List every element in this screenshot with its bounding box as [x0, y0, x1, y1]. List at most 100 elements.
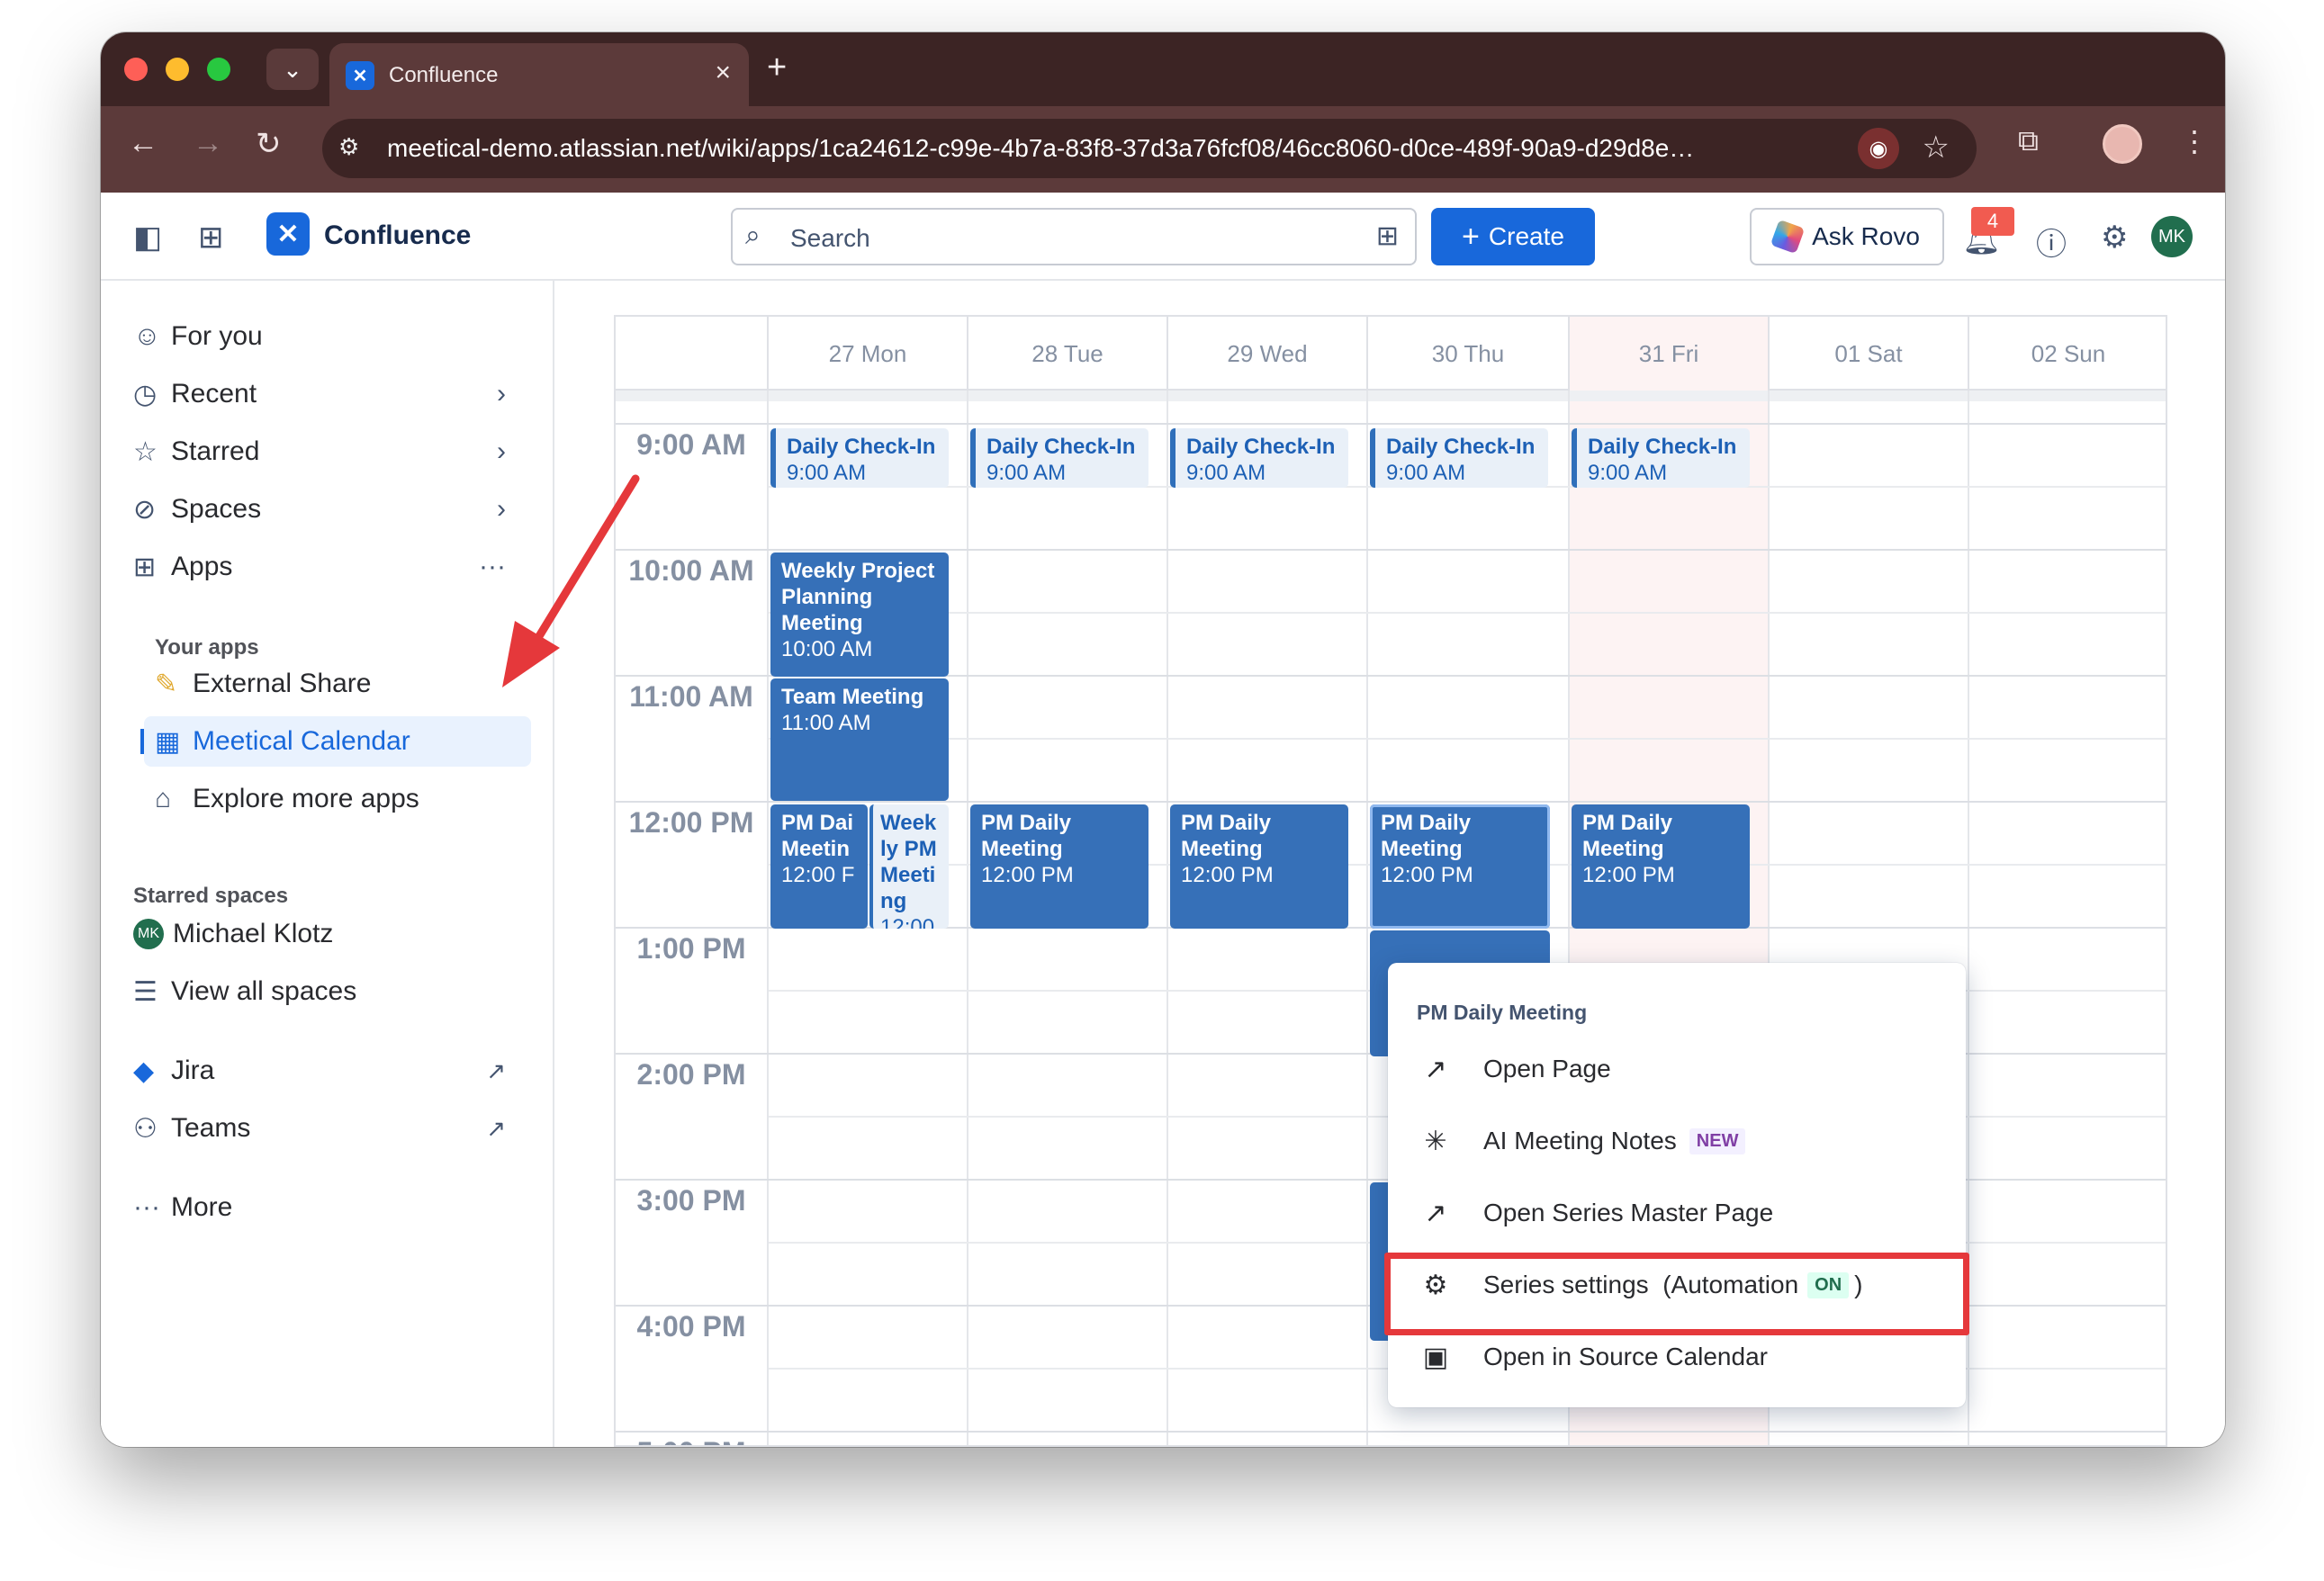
event-title: Daily Check-In: [1186, 435, 1336, 459]
event-title: PM Daily Meeting: [981, 811, 1072, 861]
calendar-event[interactable]: Daily Check-In 9:00 AM: [770, 428, 949, 488]
sidebar-item-for-you[interactable]: ☺ For you: [133, 311, 522, 362]
sidebar-space-michael-klotz[interactable]: MK Michael Klotz: [133, 909, 522, 959]
sidebar-toggle-icon[interactable]: ◧: [133, 220, 162, 256]
chevron-right-icon[interactable]: ›: [497, 436, 506, 467]
search-placeholder[interactable]: Search: [790, 224, 870, 253]
confluence-brand[interactable]: Confluence: [324, 220, 471, 251]
day-header[interactable]: 27 Mon: [767, 317, 967, 391]
sidebar-item-label: External Share: [193, 669, 372, 698]
event-time: 12:00 PM: [1582, 863, 1675, 887]
sparkle-icon: ✳: [1424, 1126, 1447, 1156]
forward-arrow-icon[interactable]: →: [193, 126, 223, 161]
hour-line: [616, 1431, 2166, 1433]
calendar-event[interactable]: Daily Check-In 9:00 AM: [1170, 428, 1348, 488]
menu-title: PM Daily Meeting: [1417, 1001, 1588, 1024]
extensions-puzzle-icon[interactable]: ⧉: [2018, 124, 2039, 158]
menu-item-ai-meeting-notes[interactable]: ✳ AI Meeting Notes NEW: [1388, 1109, 1966, 1173]
active-indicator: [140, 729, 144, 754]
sidebar-item-apps[interactable]: ⊞ Apps ···: [133, 542, 522, 592]
day-header[interactable]: 29 Wed: [1167, 317, 1366, 391]
calendar-event[interactable]: Daily Check-In 9:00 AM: [1572, 428, 1750, 488]
sidebar-item-recent[interactable]: ◷ Recent ›: [133, 369, 522, 419]
sidebar-link-teams[interactable]: ⚇ Teams ↗: [133, 1103, 522, 1154]
external-link-icon: ↗: [1424, 1198, 1447, 1228]
day-header[interactable]: 30 Thu: [1366, 317, 1568, 391]
confluence-logo-icon[interactable]: ✕: [266, 212, 310, 256]
your-apps-heading: Your apps: [155, 635, 259, 660]
calendar-event[interactable]: PM Daily Meeting 12:00 PM: [1170, 804, 1348, 929]
search-input[interactable]: ⌕ Search ⊞: [731, 208, 1417, 265]
day-header[interactable]: 01 Sat: [1768, 317, 1968, 391]
browser-window: ⌄ ✕ Confluence × + ← → ↻ ⚙ meetical-demo…: [101, 32, 2225, 1447]
ask-rovo-button[interactable]: Ask Rovo: [1750, 208, 1944, 265]
day-header[interactable]: 28 Tue: [967, 317, 1167, 391]
time-label: 4:00 PM: [636, 1310, 746, 1343]
browser-menu-kebab-icon[interactable]: ⋮: [2180, 124, 2209, 158]
site-settings-icon[interactable]: ⚙: [338, 133, 359, 161]
plus-icon: +: [1462, 219, 1480, 254]
event-time: 12:00 F: [781, 863, 855, 887]
calendar-event[interactable]: PM Daily Meeting 12:00 PM: [1572, 804, 1750, 929]
calendar-event-selected[interactable]: PM Daily Meeting 12:00 PM: [1370, 804, 1550, 929]
chevron-right-icon[interactable]: ›: [497, 494, 506, 525]
browser-profile-avatar[interactable]: [2103, 124, 2142, 164]
confluence-app: ◧ ⊞ ✕ Confluence ⌕ Search ⊞ + Create Ask…: [101, 193, 2225, 1447]
sidebar-item-label: Jira: [171, 1055, 215, 1085]
sidebar-view-all-spaces[interactable]: ☰ View all spaces: [133, 966, 522, 1017]
sidebar-item-label: Starred: [171, 436, 260, 466]
app-switcher-grid-icon[interactable]: ⊞: [198, 220, 224, 256]
settings-gear-icon[interactable]: ⚙: [2101, 220, 2128, 256]
calendar-header: 27 Mon 28 Tue 29 Wed 30 Thu 31 Fri 01 Sa…: [616, 317, 2166, 391]
calendar-event[interactable]: Week ly PM Meeti ng 12:00: [869, 804, 949, 929]
ask-rovo-label: Ask Rovo: [1812, 222, 1920, 250]
menu-item-open-page[interactable]: ↗ Open Page: [1388, 1037, 1966, 1101]
search-filter-icon[interactable]: ⊞: [1376, 220, 1399, 252]
lens-icon[interactable]: ◉: [1858, 128, 1899, 169]
calendar-event[interactable]: PM Daily Meeting 12:00 PM: [970, 804, 1148, 929]
starred-spaces-heading: Starred spaces: [133, 884, 289, 908]
sidebar-more[interactable]: ··· More: [133, 1182, 522, 1233]
browser-tab[interactable]: ✕ Confluence ×: [329, 43, 749, 106]
url-text[interactable]: meetical-demo.atlassian.net/wiki/apps/1c…: [387, 134, 1845, 163]
new-tab-plus-icon[interactable]: +: [767, 49, 787, 87]
calendar-event[interactable]: Weekly Project Planning Meeting 10:00 AM: [770, 552, 949, 677]
help-icon[interactable]: ⓘ: [2036, 220, 2067, 264]
day-header[interactable]: 02 Sun: [1968, 317, 2166, 391]
space-avatar: MK: [133, 919, 164, 949]
tab-title: Confluence: [389, 63, 499, 87]
user-avatar[interactable]: MK: [2151, 216, 2193, 257]
event-title: Daily Check-In: [986, 435, 1136, 459]
day-header[interactable]: 31 Fri: [1568, 317, 1768, 391]
menu-item-open-series-master-page[interactable]: ↗ Open Series Master Page: [1388, 1181, 1966, 1245]
sidebar-app-external-share[interactable]: ✎ External Share: [155, 659, 522, 709]
tab-close-icon[interactable]: ×: [715, 58, 731, 88]
sidebar-item-starred[interactable]: ☆ Starred ›: [133, 427, 522, 477]
calendar-event[interactable]: Daily Check-In 9:00 AM: [1370, 428, 1548, 488]
calendar-event[interactable]: PM Dai Meetin 12:00 F: [770, 804, 868, 929]
bookmark-star-icon[interactable]: ☆: [1923, 130, 1950, 166]
chevron-right-icon[interactable]: ›: [497, 379, 506, 409]
sidebar-explore-more-apps[interactable]: ⌂ Explore more apps: [155, 774, 522, 824]
time-label: 10:00 AM: [628, 554, 754, 587]
calendar-event[interactable]: Daily Check-In 9:00 AM: [970, 428, 1148, 488]
sidebar-app-meetical-calendar[interactable]: ▦ Meetical Calendar: [140, 716, 531, 767]
calendar-event[interactable]: Team Meeting 11:00 AM: [770, 678, 949, 801]
close-window-button[interactable]: [124, 58, 148, 81]
address-bar[interactable]: ⚙ meetical-demo.atlassian.net/wiki/apps/…: [322, 119, 1977, 178]
event-time: 9:00 AM: [986, 461, 1067, 485]
sidebar-link-jira[interactable]: ◆ Jira ↗: [133, 1046, 522, 1096]
reload-icon[interactable]: ↻: [256, 126, 282, 162]
rovo-icon: [1770, 219, 1806, 255]
sidebar: ☺ For you ◷ Recent › ☆ Starred › ⊘ Space…: [101, 281, 554, 1447]
external-link-icon: ↗: [486, 1056, 506, 1084]
back-arrow-icon[interactable]: ←: [128, 126, 158, 161]
sidebar-item-spaces[interactable]: ⊘ Spaces ›: [133, 484, 522, 534]
more-dots-icon[interactable]: ···: [479, 552, 506, 582]
user-circle-icon: ☺: [133, 321, 161, 351]
create-button[interactable]: + Create: [1431, 208, 1595, 265]
event-title-line2: Meetin: [781, 837, 851, 861]
tab-list-chevron-icon[interactable]: ⌄: [266, 49, 319, 90]
minimize-window-button[interactable]: [166, 58, 189, 81]
maximize-window-button[interactable]: [207, 58, 230, 81]
